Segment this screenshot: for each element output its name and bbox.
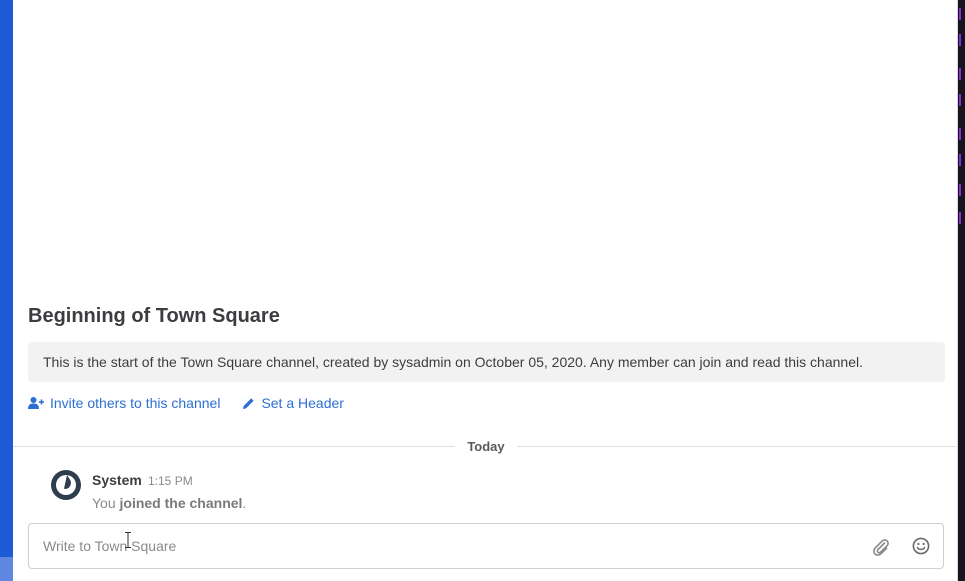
post-message-suffix: .: [242, 495, 247, 511]
channel-intro-description: This is the start of the Town Square cha…: [28, 342, 945, 382]
sidebar-bottom-tab[interactable]: [0, 557, 13, 581]
channel-intro-title: Beginning of Town Square: [28, 305, 280, 327]
team-sidebar-strip: [0, 0, 13, 581]
message-composer: [28, 523, 944, 569]
smiley-icon[interactable]: [911, 536, 931, 556]
message-input[interactable]: [43, 524, 843, 568]
post-message: You joined the channel.: [92, 495, 246, 511]
invite-members-label: Invite others to this channel: [50, 395, 221, 411]
channel-intro-actions: Invite others to this channel Set a Head…: [28, 393, 344, 413]
pencil-icon: [243, 397, 255, 409]
post-message-highlight: joined the channel: [119, 495, 243, 511]
date-separator-label: Today: [455, 438, 517, 456]
set-header-label: Set a Header: [261, 395, 344, 411]
post-timestamp[interactable]: 1:15 PM: [148, 474, 193, 488]
invite-members-button[interactable]: Invite others to this channel: [28, 395, 220, 411]
avatar[interactable]: [50, 469, 82, 501]
post-message-prefix: You: [92, 495, 116, 511]
user-plus-icon: [28, 397, 44, 409]
text-cursor-icon: [125, 532, 131, 548]
adjacent-window-edge: [958, 0, 965, 581]
paperclip-icon[interactable]: [871, 537, 891, 557]
system-post: System 1:15 PM You joined the channel.: [50, 468, 930, 516]
post-author[interactable]: System: [92, 472, 142, 488]
channel-intro-text: This is the start of the Town Square cha…: [43, 354, 863, 370]
set-header-button[interactable]: Set a Header: [242, 395, 344, 411]
